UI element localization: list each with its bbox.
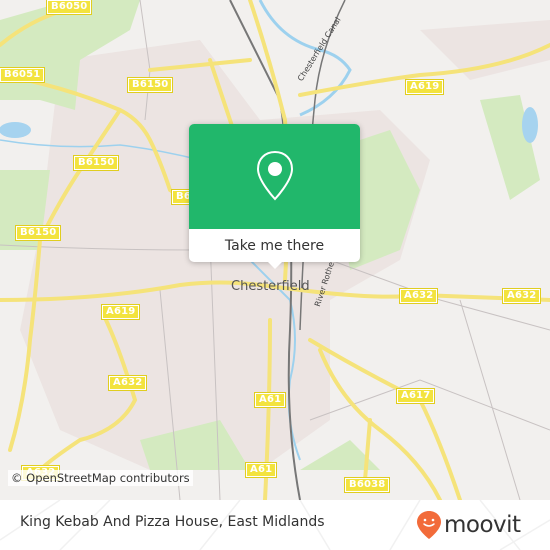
footer: King Kebab And Pizza House, East Midland…	[0, 500, 550, 550]
road-label-b6150: B6150	[72, 155, 120, 171]
road-label-a632: A632	[501, 288, 542, 304]
map[interactable]: B6050 B6051 B6150 B6150 B6150 B6150 B6 A…	[0, 0, 550, 500]
place-label-chesterfield: Chesterfield	[231, 279, 310, 294]
road-label-b6050: B6050	[45, 0, 93, 15]
road-label-a61: A61	[253, 392, 287, 408]
road-label-a619: A619	[404, 79, 445, 95]
map-attribution[interactable]: © OpenStreetMap contributors	[8, 470, 193, 486]
road-label-a61: A61	[244, 462, 278, 478]
road-label-a617: A617	[395, 388, 436, 404]
moovit-wordmark: moovit	[444, 512, 521, 538]
popup-header	[189, 124, 360, 229]
road-label-b6150: B6150	[126, 77, 174, 93]
road-label-b6038: B6038	[343, 477, 391, 493]
road-label-a632: A632	[398, 288, 439, 304]
road-label-a632: A632	[107, 375, 148, 391]
map-pin-icon	[256, 150, 293, 201]
popup-pointer	[267, 261, 283, 269]
place-name: King Kebab And Pizza House, East Midland…	[20, 514, 325, 530]
location-popup: Take me there	[189, 124, 360, 269]
moovit-pin-icon	[417, 511, 441, 539]
take-me-there-button[interactable]: Take me there	[189, 229, 360, 262]
moovit-logo[interactable]: moovit	[416, 510, 521, 540]
road-label-b6150: B6150	[14, 225, 62, 241]
road-label-b6051: B6051	[0, 67, 46, 83]
road-label-a619: A619	[100, 304, 141, 320]
